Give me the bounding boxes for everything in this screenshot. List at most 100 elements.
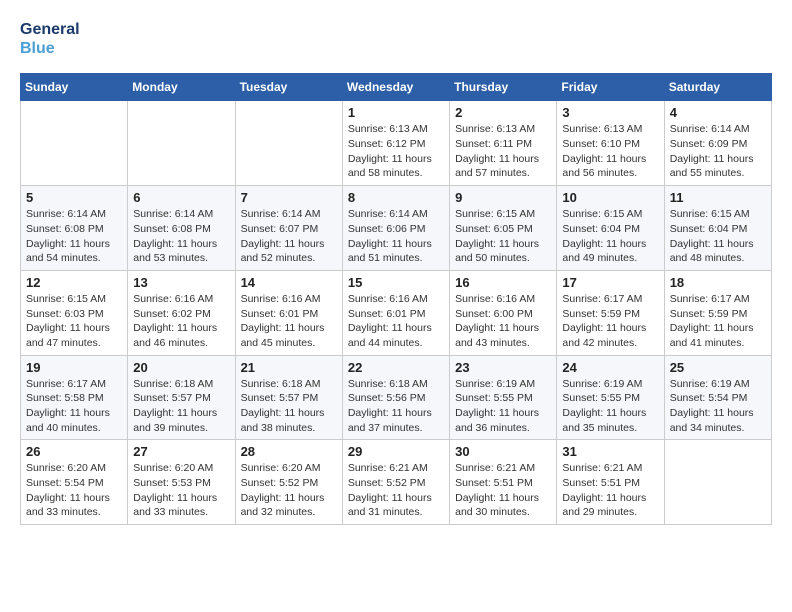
calendar-cell: 12Sunrise: 6:15 AM Sunset: 6:03 PM Dayli… bbox=[21, 270, 128, 355]
calendar-cell: 8 Sunrise: 6:14 AM Sunset: 6:06 PM Daylig… bbox=[342, 186, 449, 271]
day-number: 18 bbox=[670, 275, 766, 290]
day-info: Sunrise: 6:13 AM Sunset: 6:11 PM Dayligh… bbox=[455, 122, 551, 181]
day-info: Sunrise: 6:17 AM Sunset: 5:58 PM Dayligh… bbox=[26, 377, 122, 436]
calendar-cell: 15 Sunrise: 6:16 AM Sunset: 6:01 PM Dayli… bbox=[342, 270, 449, 355]
day-info: Sunrise: 6:19 AM Sunset: 5:55 PM Dayligh… bbox=[562, 377, 658, 436]
day-info: Sunrise: 6:20 AM Sunset: 5:54 PM Dayligh… bbox=[26, 461, 122, 520]
calendar-cell: 19 Sunrise: 6:17 AM Sunset: 5:58 PM Dayli… bbox=[21, 355, 128, 440]
weekday-header-thursday: Thursday bbox=[450, 74, 557, 101]
calendar-cell: 14Sunrise: 6:16 AM Sunset: 6:01 PM Dayli… bbox=[235, 270, 342, 355]
day-number: 24 bbox=[562, 360, 658, 375]
calendar-table: SundayMondayTuesdayWednesdayThursdayFrid… bbox=[20, 73, 772, 525]
day-number: 27 bbox=[133, 444, 229, 459]
day-number: 30 bbox=[455, 444, 551, 459]
calendar-cell: 25Sunrise: 6:19 AM Sunset: 5:54 PM Dayli… bbox=[664, 355, 771, 440]
logo-general: General bbox=[20, 20, 80, 39]
day-info: Sunrise: 6:14 AM Sunset: 6:08 PM Dayligh… bbox=[26, 207, 122, 266]
day-number: 31 bbox=[562, 444, 658, 459]
day-number: 6 bbox=[133, 190, 229, 205]
day-info: Sunrise: 6:13 AM Sunset: 6:10 PM Dayligh… bbox=[562, 122, 658, 181]
day-number: 1 bbox=[348, 105, 444, 120]
calendar-cell: 17 Sunrise: 6:17 AM Sunset: 5:59 PM Dayli… bbox=[557, 270, 664, 355]
calendar-cell: 22 Sunrise: 6:18 AM Sunset: 5:56 PM Dayli… bbox=[342, 355, 449, 440]
weekday-header-saturday: Saturday bbox=[664, 74, 771, 101]
day-info: Sunrise: 6:15 AM Sunset: 6:05 PM Dayligh… bbox=[455, 207, 551, 266]
calendar-cell: 7 Sunrise: 6:14 AM Sunset: 6:07 PM Daylig… bbox=[235, 186, 342, 271]
day-number: 20 bbox=[133, 360, 229, 375]
weekday-header-sunday: Sunday bbox=[21, 74, 128, 101]
calendar-cell bbox=[21, 101, 128, 186]
day-number: 26 bbox=[26, 444, 122, 459]
day-info: Sunrise: 6:21 AM Sunset: 5:51 PM Dayligh… bbox=[562, 461, 658, 520]
calendar-cell: 26 Sunrise: 6:20 AM Sunset: 5:54 PM Dayli… bbox=[21, 440, 128, 525]
calendar-week-row: 26 Sunrise: 6:20 AM Sunset: 5:54 PM Dayli… bbox=[21, 440, 772, 525]
day-number: 9 bbox=[455, 190, 551, 205]
day-number: 28 bbox=[241, 444, 337, 459]
day-info: Sunrise: 6:17 AM Sunset: 5:59 PM Dayligh… bbox=[562, 292, 658, 351]
day-info: Sunrise: 6:18 AM Sunset: 5:57 PM Dayligh… bbox=[133, 377, 229, 436]
calendar-cell bbox=[664, 440, 771, 525]
day-number: 16 bbox=[455, 275, 551, 290]
calendar-cell: 18Sunrise: 6:17 AM Sunset: 5:59 PM Dayli… bbox=[664, 270, 771, 355]
day-info: Sunrise: 6:19 AM Sunset: 5:55 PM Dayligh… bbox=[455, 377, 551, 436]
day-info: Sunrise: 6:14 AM Sunset: 6:07 PM Dayligh… bbox=[241, 207, 337, 266]
calendar-cell: 5 Sunrise: 6:14 AM Sunset: 6:08 PM Daylig… bbox=[21, 186, 128, 271]
weekday-header-friday: Friday bbox=[557, 74, 664, 101]
day-number: 10 bbox=[562, 190, 658, 205]
calendar-cell: 4 Sunrise: 6:14 AM Sunset: 6:09 PM Daylig… bbox=[664, 101, 771, 186]
calendar-cell bbox=[128, 101, 235, 186]
day-info: Sunrise: 6:15 AM Sunset: 6:04 PM Dayligh… bbox=[670, 207, 766, 266]
weekday-header-wednesday: Wednesday bbox=[342, 74, 449, 101]
calendar-cell: 13Sunrise: 6:16 AM Sunset: 6:02 PM Dayli… bbox=[128, 270, 235, 355]
day-number: 7 bbox=[241, 190, 337, 205]
day-number: 3 bbox=[562, 105, 658, 120]
calendar-week-row: 12Sunrise: 6:15 AM Sunset: 6:03 PM Dayli… bbox=[21, 270, 772, 355]
day-number: 19 bbox=[26, 360, 122, 375]
day-number: 25 bbox=[670, 360, 766, 375]
day-info: Sunrise: 6:14 AM Sunset: 6:06 PM Dayligh… bbox=[348, 207, 444, 266]
calendar-cell: 24 Sunrise: 6:19 AM Sunset: 5:55 PM Dayli… bbox=[557, 355, 664, 440]
calendar-cell: 16 Sunrise: 6:16 AM Sunset: 6:00 PM Dayli… bbox=[450, 270, 557, 355]
calendar-cell: 29Sunrise: 6:21 AM Sunset: 5:52 PM Dayli… bbox=[342, 440, 449, 525]
calendar-cell: 9 Sunrise: 6:15 AM Sunset: 6:05 PM Daylig… bbox=[450, 186, 557, 271]
logo-blue: Blue bbox=[20, 39, 80, 58]
day-info: Sunrise: 6:18 AM Sunset: 5:56 PM Dayligh… bbox=[348, 377, 444, 436]
day-info: Sunrise: 6:16 AM Sunset: 6:00 PM Dayligh… bbox=[455, 292, 551, 351]
calendar-cell: 27 Sunrise: 6:20 AM Sunset: 5:53 PM Dayli… bbox=[128, 440, 235, 525]
calendar-cell: 31 Sunrise: 6:21 AM Sunset: 5:51 PM Dayli… bbox=[557, 440, 664, 525]
day-info: Sunrise: 6:16 AM Sunset: 6:01 PM Dayligh… bbox=[241, 292, 337, 351]
day-number: 21 bbox=[241, 360, 337, 375]
calendar-cell: 11 Sunrise: 6:15 AM Sunset: 6:04 PM Dayli… bbox=[664, 186, 771, 271]
calendar-cell: 10 Sunrise: 6:15 AM Sunset: 6:04 PM Dayli… bbox=[557, 186, 664, 271]
day-info: Sunrise: 6:16 AM Sunset: 6:01 PM Dayligh… bbox=[348, 292, 444, 351]
day-info: Sunrise: 6:20 AM Sunset: 5:52 PM Dayligh… bbox=[241, 461, 337, 520]
day-number: 23 bbox=[455, 360, 551, 375]
day-number: 8 bbox=[348, 190, 444, 205]
day-number: 17 bbox=[562, 275, 658, 290]
calendar-week-row: 19 Sunrise: 6:17 AM Sunset: 5:58 PM Dayli… bbox=[21, 355, 772, 440]
calendar-cell: 23 Sunrise: 6:19 AM Sunset: 5:55 PM Dayli… bbox=[450, 355, 557, 440]
day-number: 11 bbox=[670, 190, 766, 205]
day-number: 22 bbox=[348, 360, 444, 375]
calendar-cell: 6 Sunrise: 6:14 AM Sunset: 6:08 PM Daylig… bbox=[128, 186, 235, 271]
calendar-cell: 2 Sunrise: 6:13 AM Sunset: 6:11 PM Daylig… bbox=[450, 101, 557, 186]
weekday-header-tuesday: Tuesday bbox=[235, 74, 342, 101]
calendar-header-row: SundayMondayTuesdayWednesdayThursdayFrid… bbox=[21, 74, 772, 101]
day-info: Sunrise: 6:16 AM Sunset: 6:02 PM Dayligh… bbox=[133, 292, 229, 351]
logo: General Blue General Blue bbox=[20, 20, 80, 58]
day-number: 2 bbox=[455, 105, 551, 120]
day-info: Sunrise: 6:20 AM Sunset: 5:53 PM Dayligh… bbox=[133, 461, 229, 520]
day-number: 15 bbox=[348, 275, 444, 290]
day-info: Sunrise: 6:14 AM Sunset: 6:09 PM Dayligh… bbox=[670, 122, 766, 181]
calendar-cell: 3 Sunrise: 6:13 AM Sunset: 6:10 PM Daylig… bbox=[557, 101, 664, 186]
page-header: General Blue General Blue bbox=[20, 20, 772, 58]
day-number: 5 bbox=[26, 190, 122, 205]
calendar-cell: 20 Sunrise: 6:18 AM Sunset: 5:57 PM Dayli… bbox=[128, 355, 235, 440]
day-info: Sunrise: 6:18 AM Sunset: 5:57 PM Dayligh… bbox=[241, 377, 337, 436]
calendar-cell bbox=[235, 101, 342, 186]
day-info: Sunrise: 6:14 AM Sunset: 6:08 PM Dayligh… bbox=[133, 207, 229, 266]
day-info: Sunrise: 6:13 AM Sunset: 6:12 PM Dayligh… bbox=[348, 122, 444, 181]
day-number: 12 bbox=[26, 275, 122, 290]
day-info: Sunrise: 6:15 AM Sunset: 6:04 PM Dayligh… bbox=[562, 207, 658, 266]
day-number: 4 bbox=[670, 105, 766, 120]
